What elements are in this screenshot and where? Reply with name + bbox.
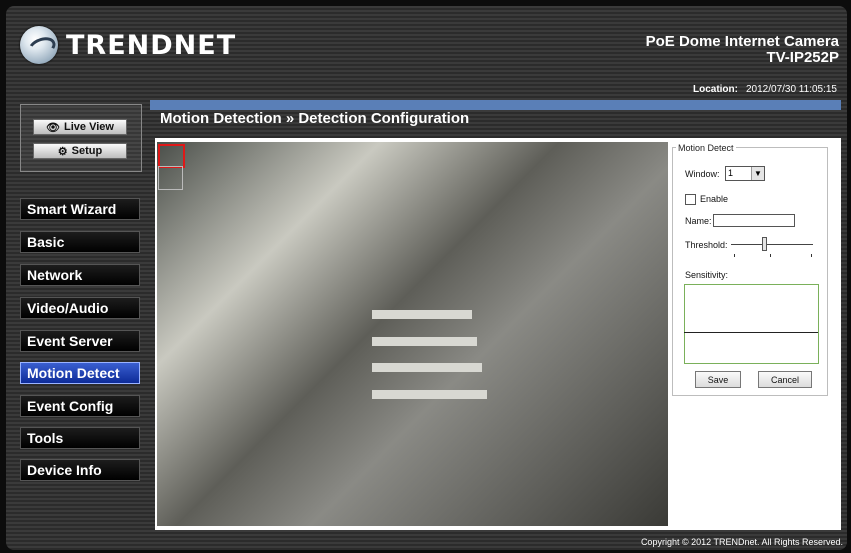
menu-motion-detect[interactable]: Motion Detect: [20, 362, 140, 384]
product-title: PoE Dome Internet Camera TV-IP252P: [646, 34, 839, 66]
slider-tick: [770, 254, 771, 257]
camera-video-feed[interactable]: [157, 142, 668, 526]
live-view-button[interactable]: 👁 Live View: [33, 119, 127, 135]
menu-smart-wizard[interactable]: Smart Wizard: [20, 198, 140, 220]
location-label: Location:: [692, 84, 738, 95]
setup-label: Setup: [71, 145, 103, 157]
page-title: Motion Detection » Detection Configurati…: [160, 110, 470, 127]
enable-label: Enable: [700, 194, 729, 204]
panel-legend: Motion Detect: [676, 143, 736, 153]
sensitivity-level-line[interactable]: [684, 332, 818, 333]
enable-checkbox[interactable]: [685, 194, 696, 205]
product-line: PoE Dome Internet Camera: [645, 33, 839, 50]
threshold-track: [731, 244, 813, 245]
threshold-slider[interactable]: [762, 237, 767, 251]
gear-icon: ⚙: [57, 145, 68, 158]
video-detail: [372, 390, 487, 399]
cancel-button[interactable]: Cancel: [758, 371, 812, 388]
window-label: Window:: [685, 169, 720, 179]
chevron-down-icon: ▼: [751, 167, 764, 180]
video-detail: [372, 337, 477, 346]
threshold-label: Threshold:: [685, 240, 728, 250]
menu-device-info[interactable]: Device Info: [20, 459, 140, 481]
copyright: Copyright © 2012 TRENDnet. All Rights Re…: [640, 537, 843, 547]
datetime: 2012/07/30 11:05:15: [745, 84, 837, 95]
logo-icon: [20, 26, 58, 64]
name-field[interactable]: [713, 214, 795, 227]
slider-tick: [811, 254, 812, 257]
window-select-value: 1: [728, 168, 734, 178]
name-label: Name:: [685, 216, 712, 226]
detection-window-2[interactable]: [158, 166, 183, 190]
menu-event-server[interactable]: Event Server: [20, 330, 140, 352]
live-view-label: Live View: [64, 121, 114, 133]
menu-basic[interactable]: Basic: [20, 231, 140, 253]
menu-event-config[interactable]: Event Config: [20, 395, 140, 417]
sensitivity-label: Sensitivity:: [685, 270, 729, 280]
setup-button[interactable]: ⚙ Setup: [33, 143, 127, 159]
window-select[interactable]: 1 ▼: [725, 166, 765, 181]
menu-video-audio[interactable]: Video/Audio: [20, 297, 140, 319]
detection-window-1[interactable]: [158, 144, 185, 168]
video-detail: [372, 363, 482, 372]
trendnet-logo: TRENDNET: [20, 26, 236, 64]
slider-tick: [734, 254, 735, 257]
location-bar: Location: 2012/07/30 11:05:15: [693, 84, 837, 95]
logo-text: TRENDNET: [66, 29, 237, 61]
accent-bar: [150, 100, 841, 110]
menu-tools[interactable]: Tools: [20, 427, 140, 449]
sensitivity-graph[interactable]: [684, 284, 819, 364]
model-number: TV-IP252P: [766, 49, 839, 66]
eye-icon: 👁: [46, 121, 61, 134]
view-mode-box: 👁 Live View ⚙ Setup: [20, 104, 142, 172]
video-detail: [372, 310, 472, 319]
save-button[interactable]: Save: [695, 371, 741, 388]
menu-network[interactable]: Network: [20, 264, 140, 286]
